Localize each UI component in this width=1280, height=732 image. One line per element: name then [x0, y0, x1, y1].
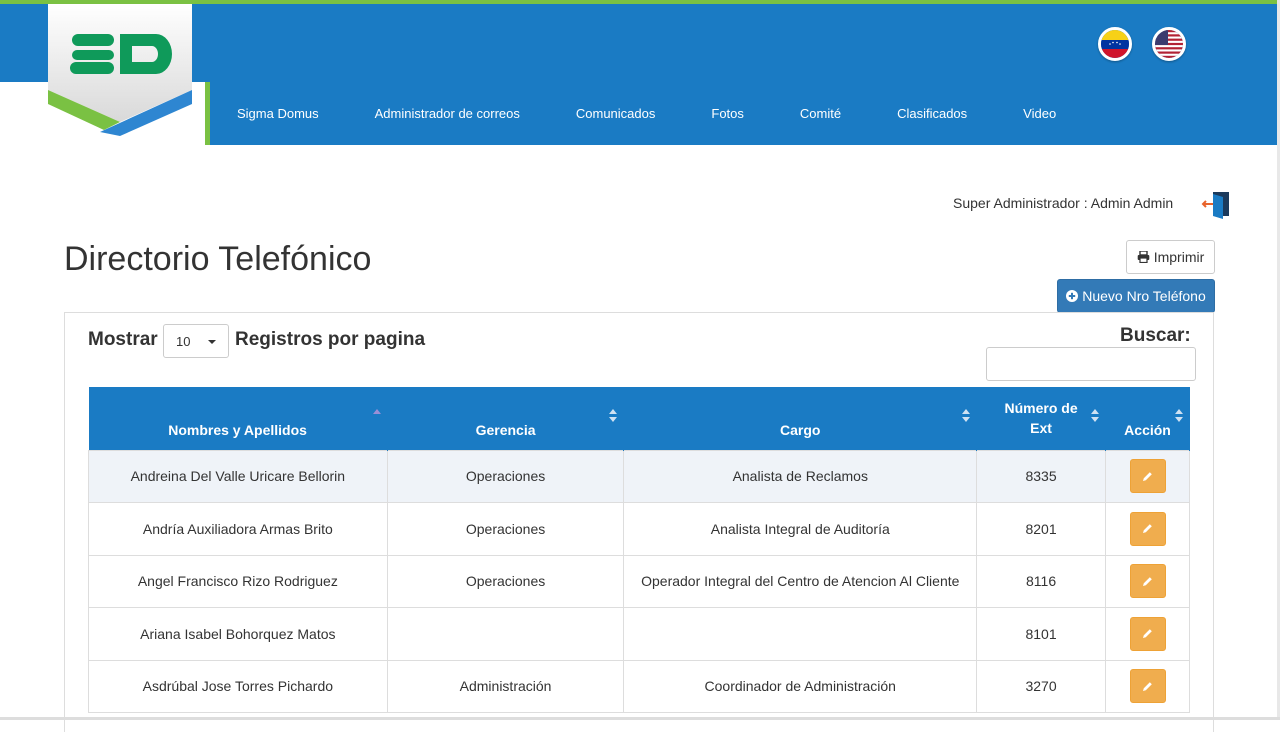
- table-header-row: Nombres y Apellidos Gerencia Cargo Númer…: [88, 387, 1190, 450]
- cell-ext: 8201: [976, 502, 1107, 556]
- table-row: Ariana Isabel Bohorquez Matos 8101: [88, 607, 1190, 661]
- print-button[interactable]: Imprimir: [1126, 240, 1215, 274]
- print-icon: [1137, 251, 1150, 263]
- cell-cargo: Coordinador de Administración: [623, 659, 978, 713]
- edit-button[interactable]: [1129, 669, 1166, 704]
- sort-asc-icon: [372, 409, 381, 423]
- cell-gerencia: Operaciones: [386, 449, 625, 503]
- column-header-cargo[interactable]: Cargo: [623, 387, 978, 450]
- cell-action: [1105, 449, 1190, 503]
- new-phone-button[interactable]: Nuevo Nro Teléfono: [1057, 279, 1215, 313]
- sort-icon: [1175, 409, 1183, 423]
- per-page-label: Registros por pagina: [235, 329, 426, 350]
- cell-name: Andría Auxiliadora Armas Brito: [88, 502, 388, 556]
- logout-icon[interactable]: [1201, 188, 1233, 220]
- pencil-icon: [1143, 576, 1152, 586]
- nav-item-sigma-domus[interactable]: Sigma Domus: [210, 106, 347, 121]
- cell-action: [1105, 607, 1190, 661]
- cell-cargo: Analista de Reclamos: [623, 449, 978, 503]
- directory-table: Nombres y Apellidos Gerencia Cargo Númer…: [88, 387, 1190, 713]
- cell-cargo: [623, 607, 978, 661]
- main-navigation: Sigma Domus Administrador de correos Com…: [210, 82, 1084, 145]
- column-label: Número de Ext: [1004, 399, 1078, 436]
- table-row: Asdrúbal Jose Torres Pichardo Administra…: [88, 659, 1190, 713]
- sort-icon: [1091, 409, 1100, 423]
- pencil-icon: [1143, 681, 1152, 691]
- cell-ext: 8101: [976, 607, 1107, 661]
- page-title: Directorio Telefónico: [64, 240, 372, 278]
- nav-item-video[interactable]: Video: [995, 106, 1084, 121]
- table-row: Andreina Del Valle Uricare Bellorin Oper…: [88, 449, 1190, 503]
- cell-gerencia: Operaciones: [386, 502, 625, 556]
- header-bar: [0, 4, 1280, 82]
- cell-cargo: Operador Integral del Centro de Atencion…: [623, 554, 978, 608]
- current-user-label: Super Administrador : Admin Admin: [953, 195, 1174, 211]
- column-label: Nombres y Apellidos: [168, 421, 307, 438]
- cell-ext: 3270: [976, 659, 1107, 713]
- table-row: Angel Francisco Rizo Rodriguez Operacion…: [88, 554, 1190, 608]
- cell-name: Andreina Del Valle Uricare Bellorin: [88, 449, 388, 503]
- cell-name: Ariana Isabel Bohorquez Matos: [88, 607, 388, 661]
- cell-gerencia: [386, 607, 625, 661]
- sort-icon: [962, 409, 971, 423]
- logo-shield-icon: [48, 4, 192, 136]
- cell-action: [1105, 502, 1190, 556]
- column-label: Acción: [1124, 421, 1171, 438]
- nav-item-comite[interactable]: Comité: [772, 106, 869, 121]
- plus-circle-icon: [1066, 290, 1079, 302]
- venezuela-flag-icon[interactable]: [1098, 27, 1132, 61]
- table-row: Andría Auxiliadora Armas Brito Operacion…: [88, 502, 1190, 556]
- search-input[interactable]: [986, 347, 1196, 381]
- edit-button[interactable]: [1129, 511, 1166, 546]
- cell-action: [1105, 659, 1190, 713]
- print-label: Imprimir: [1153, 249, 1205, 265]
- usa-flag-icon[interactable]: [1152, 27, 1186, 61]
- column-label: Cargo: [780, 421, 821, 438]
- show-label: Mostrar: [88, 329, 158, 350]
- cell-gerencia: Administración: [386, 659, 625, 713]
- language-selector: [1098, 27, 1186, 61]
- edit-button[interactable]: [1129, 564, 1166, 599]
- new-phone-label: Nuevo Nro Teléfono: [1082, 288, 1206, 304]
- cell-ext: 8116: [976, 554, 1107, 608]
- cell-name: Angel Francisco Rizo Rodriguez: [88, 554, 388, 608]
- cell-cargo: Analista Integral de Auditoría: [623, 502, 978, 556]
- edit-button[interactable]: [1129, 459, 1166, 494]
- search-label: Buscar:: [1120, 325, 1191, 346]
- page-size-value: 10: [176, 333, 191, 349]
- column-header-name[interactable]: Nombres y Apellidos: [88, 387, 388, 450]
- nav-item-fotos[interactable]: Fotos: [683, 106, 772, 121]
- pencil-icon: [1143, 629, 1152, 639]
- caret-down-icon: [208, 340, 216, 344]
- pencil-icon: [1143, 524, 1152, 534]
- edit-button[interactable]: [1129, 616, 1166, 651]
- cell-action: [1105, 554, 1190, 608]
- column-header-extension[interactable]: Número de Ext: [976, 387, 1107, 450]
- nav-item-administrador-correos[interactable]: Administrador de correos: [347, 106, 548, 121]
- column-header-accion[interactable]: Acción: [1105, 387, 1190, 450]
- page-size-select[interactable]: 10: [163, 324, 229, 358]
- cell-ext: 8335: [976, 449, 1107, 503]
- pencil-icon: [1143, 471, 1152, 481]
- column-header-gerencia[interactable]: Gerencia: [387, 387, 625, 450]
- cell-gerencia: Operaciones: [386, 554, 625, 608]
- sort-icon: [609, 409, 618, 423]
- nav-item-clasificados[interactable]: Clasificados: [869, 106, 995, 121]
- column-label: Gerencia: [475, 421, 536, 438]
- logo[interactable]: [48, 4, 192, 136]
- cell-name: Asdrúbal Jose Torres Pichardo: [88, 659, 388, 713]
- nav-item-comunicados[interactable]: Comunicados: [548, 106, 684, 121]
